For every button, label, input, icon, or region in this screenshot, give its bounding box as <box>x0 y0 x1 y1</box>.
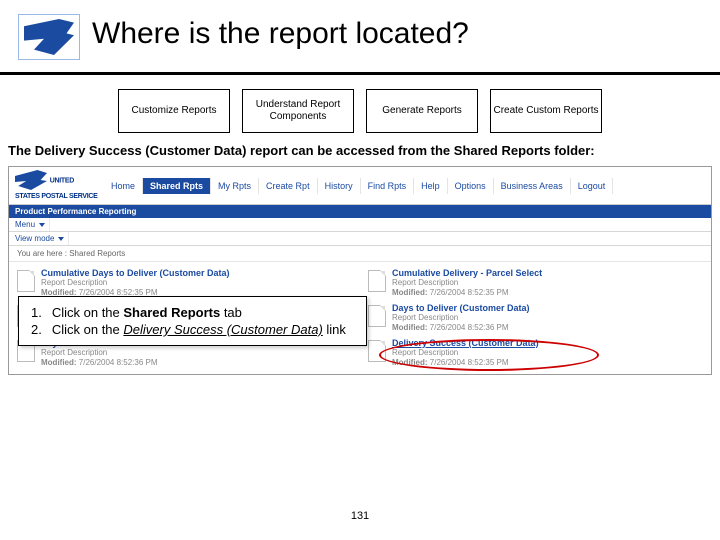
report-desc: Report Description <box>41 348 170 358</box>
report-desc: Report Description <box>392 278 542 288</box>
tab-my-rpts[interactable]: My Rpts <box>211 178 259 194</box>
tool-view-mode[interactable]: View mode <box>9 232 69 245</box>
report-link-delivery-success[interactable]: Delivery Success (Customer Data) <box>392 338 539 348</box>
report-icon <box>368 270 386 292</box>
step-text: Click on the Delivery Success (Customer … <box>52 322 354 337</box>
report-desc: Report Description <box>41 278 230 288</box>
intro-text: The Delivery Success (Customer Data) rep… <box>8 143 720 158</box>
step-customize: Customize Reports <box>118 89 230 133</box>
report-link[interactable]: Cumulative Delivery - Parcel Select <box>392 268 542 278</box>
step-number: 1. <box>31 305 50 320</box>
ss-usps-logo: UNITED STATES POSTAL SERVICE <box>9 167 104 204</box>
report-desc: Report Description <box>392 313 530 323</box>
mod-time: 7/26/2004 8:52:36 PM <box>79 358 158 367</box>
tab-business-areas[interactable]: Business Areas <box>494 178 571 194</box>
slide-title: Where is the report located? <box>92 17 469 51</box>
instruction-callout: 1. Click on the Shared Reports tab 2. Cl… <box>18 296 367 346</box>
ss-toolbar: Menu <box>9 218 711 232</box>
list-item[interactable]: Delivery Success (Customer Data) Report … <box>368 338 703 369</box>
ss-stripe: Product Performance Reporting <box>9 205 711 218</box>
mod-time: 7/26/2004 8:52:36 PM <box>430 323 509 332</box>
mod-label: Modified: <box>41 358 77 367</box>
tab-history[interactable]: History <box>318 178 361 194</box>
tab-home[interactable]: Home <box>104 178 143 194</box>
tool-menu[interactable]: Menu <box>9 218 50 231</box>
step-create: Create Custom Reports <box>490 89 602 133</box>
tab-help[interactable]: Help <box>414 178 448 194</box>
report-desc: Report Description <box>392 348 539 358</box>
tab-find-rpts[interactable]: Find Rpts <box>361 178 415 194</box>
slide-header: Where is the report located? <box>0 0 720 75</box>
tab-create-rpt[interactable]: Create Rpt <box>259 178 318 194</box>
mod-time: 7/26/2004 8:52:35 PM <box>430 288 509 297</box>
report-icon <box>368 340 386 362</box>
list-item[interactable]: Cumulative Days to Deliver (Customer Dat… <box>17 268 352 299</box>
tab-logout[interactable]: Logout <box>571 178 614 194</box>
usps-logo <box>18 14 80 60</box>
list-item[interactable]: Cumulative Delivery - Parcel Select Repo… <box>368 268 703 299</box>
step-text: Click on the Shared Reports tab <box>52 305 354 320</box>
breadcrumb: You are here : Shared Reports <box>9 246 711 262</box>
ss-nav: Home Shared Rpts My Rpts Create Rpt Hist… <box>104 178 711 194</box>
step-bar: Customize Reports Understand Report Comp… <box>0 89 720 133</box>
mod-label: Modified: <box>392 288 428 297</box>
mod-time: 7/26/2004 8:52:35 PM <box>430 358 509 367</box>
list-item[interactable]: Days to Deliver (Customer Data) Report D… <box>368 303 703 334</box>
page-number: 131 <box>351 510 369 522</box>
tab-options[interactable]: Options <box>448 178 494 194</box>
report-link[interactable]: Days to Deliver (Customer Data) <box>392 303 530 313</box>
report-icon <box>17 270 35 292</box>
eagle-icon <box>15 170 47 190</box>
tab-shared-rpts[interactable]: Shared Rpts <box>143 178 211 194</box>
mod-label: Modified: <box>392 358 428 367</box>
mod-label: Modified: <box>392 323 428 332</box>
step-generate: Generate Reports <box>366 89 478 133</box>
report-link[interactable]: Cumulative Days to Deliver (Customer Dat… <box>41 268 230 278</box>
report-icon <box>368 305 386 327</box>
step-number: 2. <box>31 322 50 337</box>
step-understand: Understand Report Components <box>242 89 354 133</box>
eagle-icon <box>24 19 74 55</box>
